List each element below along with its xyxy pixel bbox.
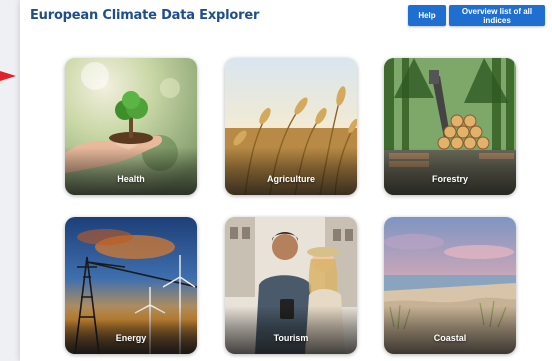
card-label-energy: Energy xyxy=(115,333,147,343)
sector-card-energy[interactable]: Energy xyxy=(65,217,197,354)
card-label-tourism: Tourism xyxy=(273,333,309,343)
help-button[interactable]: Help xyxy=(408,5,446,26)
card-shade xyxy=(65,306,197,354)
sector-card-coastal[interactable]: Coastal xyxy=(384,217,516,354)
pointer-arrow-icon xyxy=(0,71,16,81)
sector-card-agriculture[interactable]: Agriculture xyxy=(225,58,357,195)
card-label-agriculture: Agriculture xyxy=(266,174,315,184)
overview-indices-button[interactable]: Overview list of all indices xyxy=(449,5,545,26)
app-title: European Climate Data Explorer xyxy=(30,8,260,23)
card-label-health: Health xyxy=(117,174,145,184)
card-shade xyxy=(225,306,357,354)
sector-card-forestry[interactable]: Forestry xyxy=(384,58,516,195)
sector-card-tourism[interactable]: Tourism xyxy=(225,217,357,354)
card-label-coastal: Coastal xyxy=(433,333,467,343)
card-shade xyxy=(225,147,357,195)
card-shade xyxy=(65,147,197,195)
sector-card-health[interactable]: Health xyxy=(65,58,197,195)
card-shade xyxy=(384,147,516,195)
card-label-forestry: Forestry xyxy=(431,174,468,184)
card-shade xyxy=(384,306,516,354)
